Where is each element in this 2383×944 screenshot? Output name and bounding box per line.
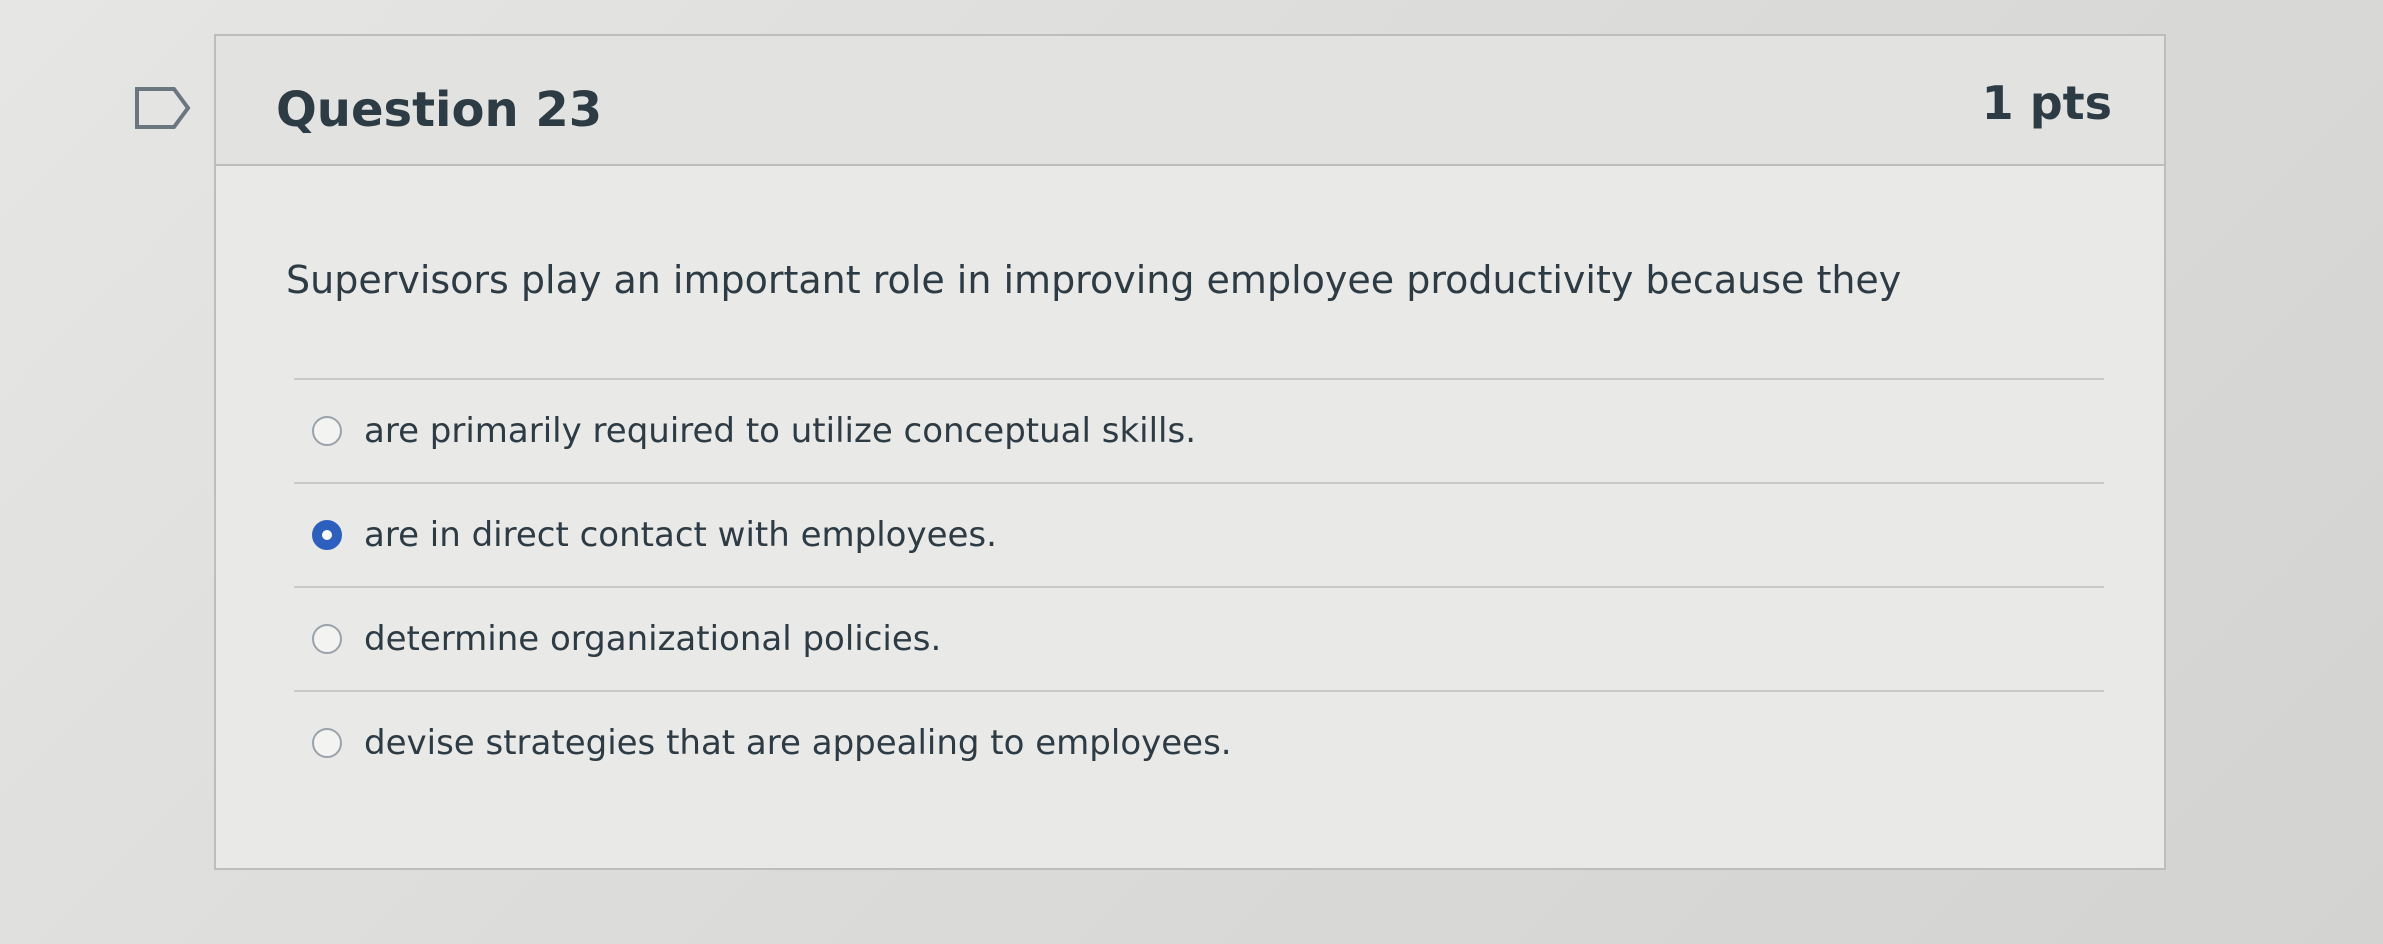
flag-question-icon[interactable] [134,86,192,130]
radio-button[interactable] [312,728,342,758]
answer-option[interactable]: determine organizational policies. [294,586,2104,690]
radio-button[interactable] [312,416,342,446]
answer-list: are primarily required to utilize concep… [294,378,2104,794]
question-title: Question 23 [276,82,603,138]
radio-button[interactable] [312,624,342,654]
question-points: 1 pts [1981,76,2112,130]
answer-option[interactable]: are in direct contact with employees. [294,482,2104,586]
question-prompt: Supervisors play an important role in im… [286,258,1902,302]
answer-label[interactable]: are in direct contact with employees. [364,515,997,555]
question-header: Question 23 1 pts [216,36,2164,166]
answer-option[interactable]: are primarily required to utilize concep… [294,378,2104,482]
answer-option[interactable]: devise strategies that are appealing to … [294,690,2104,794]
answer-label[interactable]: are primarily required to utilize concep… [364,411,1196,451]
answer-label[interactable]: devise strategies that are appealing to … [364,723,1232,763]
question-card: Question 23 1 pts Supervisors play an im… [214,34,2166,870]
answer-label[interactable]: determine organizational policies. [364,619,941,659]
radio-button-selected[interactable] [312,520,342,550]
